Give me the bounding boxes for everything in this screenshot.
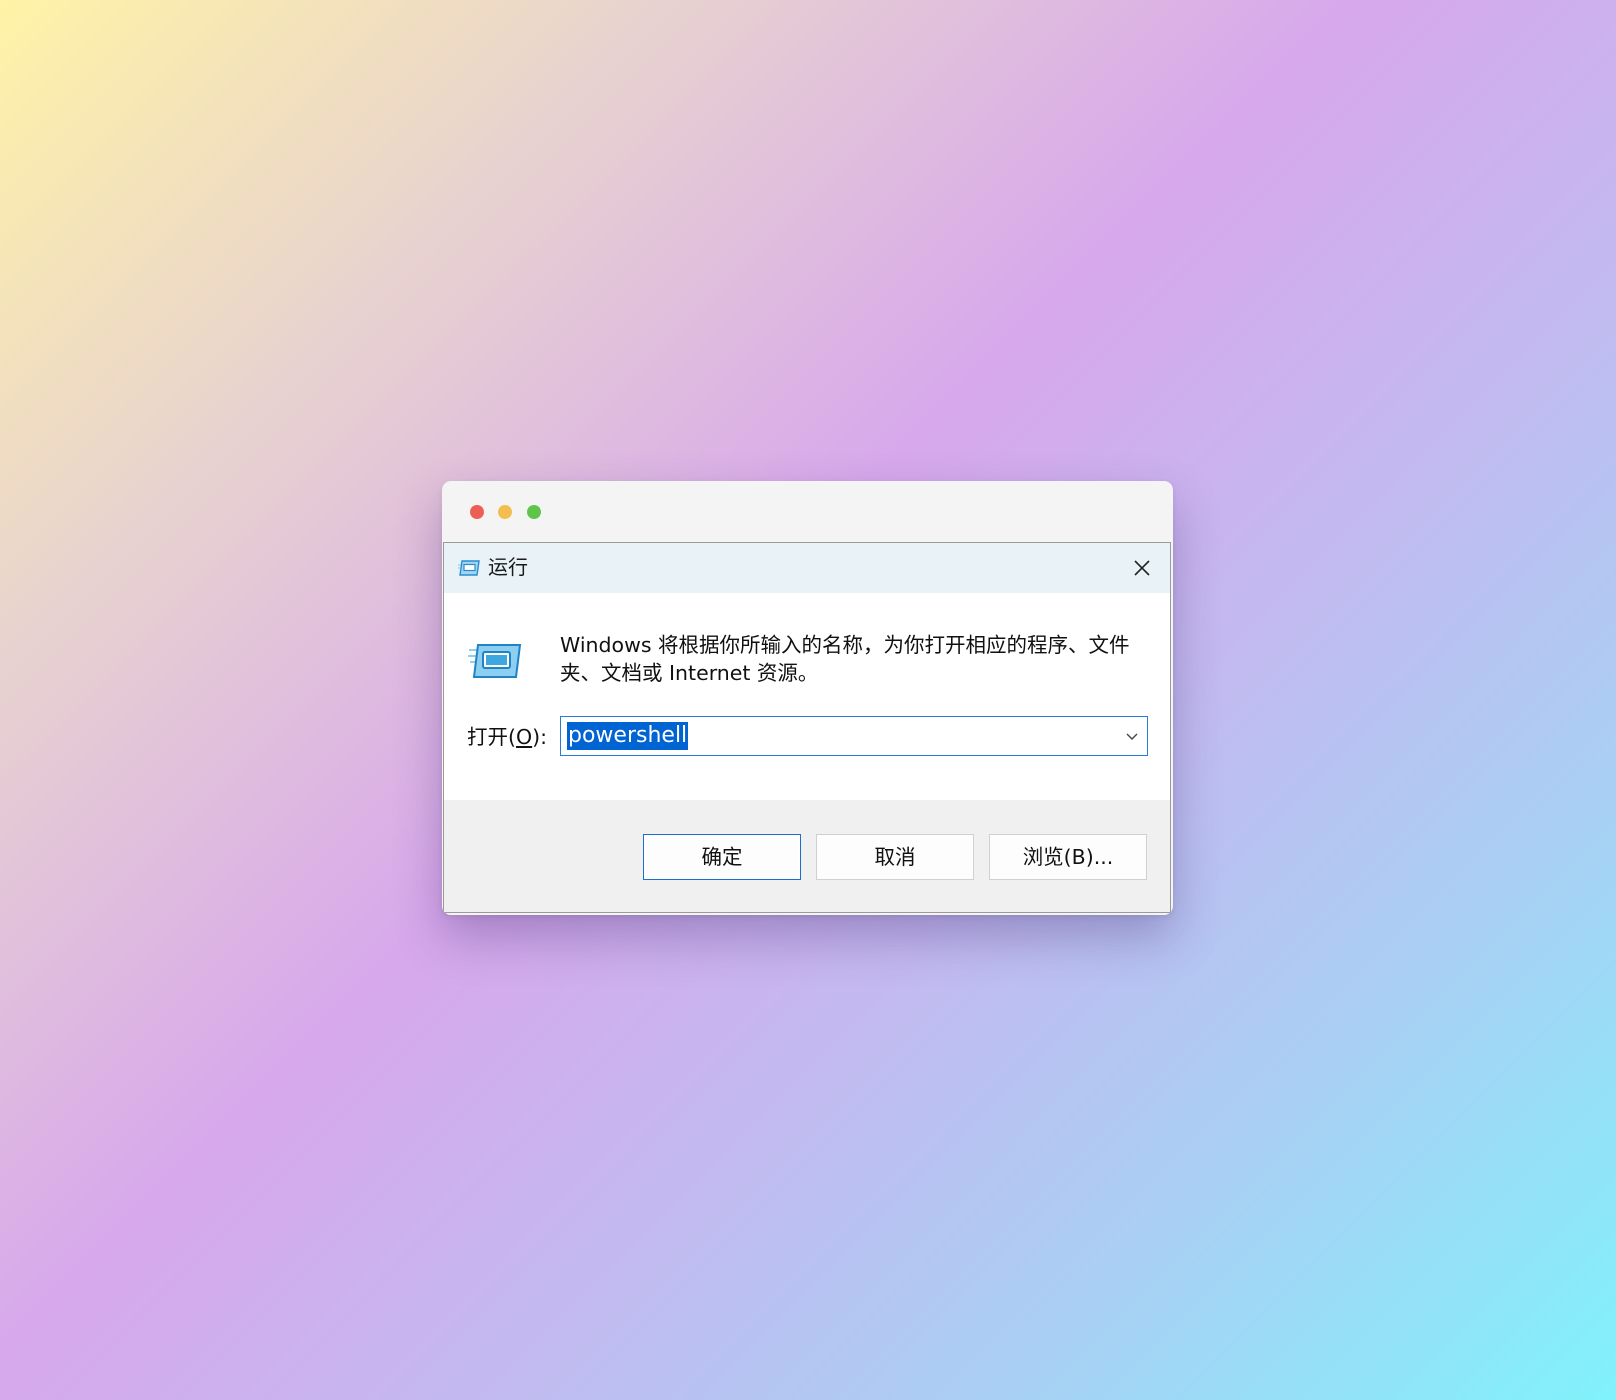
run-dialog: 运行 Windows 将根据你所输入的名称，为你打开相应的程序、文件夹、文档或 … — [443, 542, 1171, 913]
open-input-value[interactable]: powershell — [567, 722, 689, 750]
dialog-description: Windows 将根据你所输入的名称，为你打开相应的程序、文件夹、文档或 Int… — [560, 633, 1130, 685]
run-program-icon — [468, 644, 522, 678]
screenshot-window-frame: 运行 Windows 将根据你所输入的名称，为你打开相应的程序、文件夹、文档或 … — [442, 481, 1173, 915]
browse-button[interactable]: 浏览(B)... — [989, 834, 1147, 880]
chevron-down-icon[interactable] — [1123, 727, 1141, 745]
cancel-button[interactable]: 取消 — [816, 834, 974, 880]
window-zoom-dot[interactable] — [527, 505, 541, 519]
window-close-dot[interactable] — [470, 505, 484, 519]
dialog-footer: 确定 取消 浏览(B)... — [444, 800, 1170, 912]
open-combobox[interactable]: powershell — [560, 716, 1148, 756]
ok-button[interactable]: 确定 — [643, 834, 801, 880]
open-label: 打开(O): — [467, 725, 548, 749]
run-icon — [458, 560, 480, 576]
dialog-titlebar[interactable]: 运行 — [444, 543, 1170, 593]
dialog-title: 运行 — [488, 555, 528, 579]
window-minimize-dot[interactable] — [498, 505, 512, 519]
close-icon[interactable] — [1130, 556, 1154, 580]
